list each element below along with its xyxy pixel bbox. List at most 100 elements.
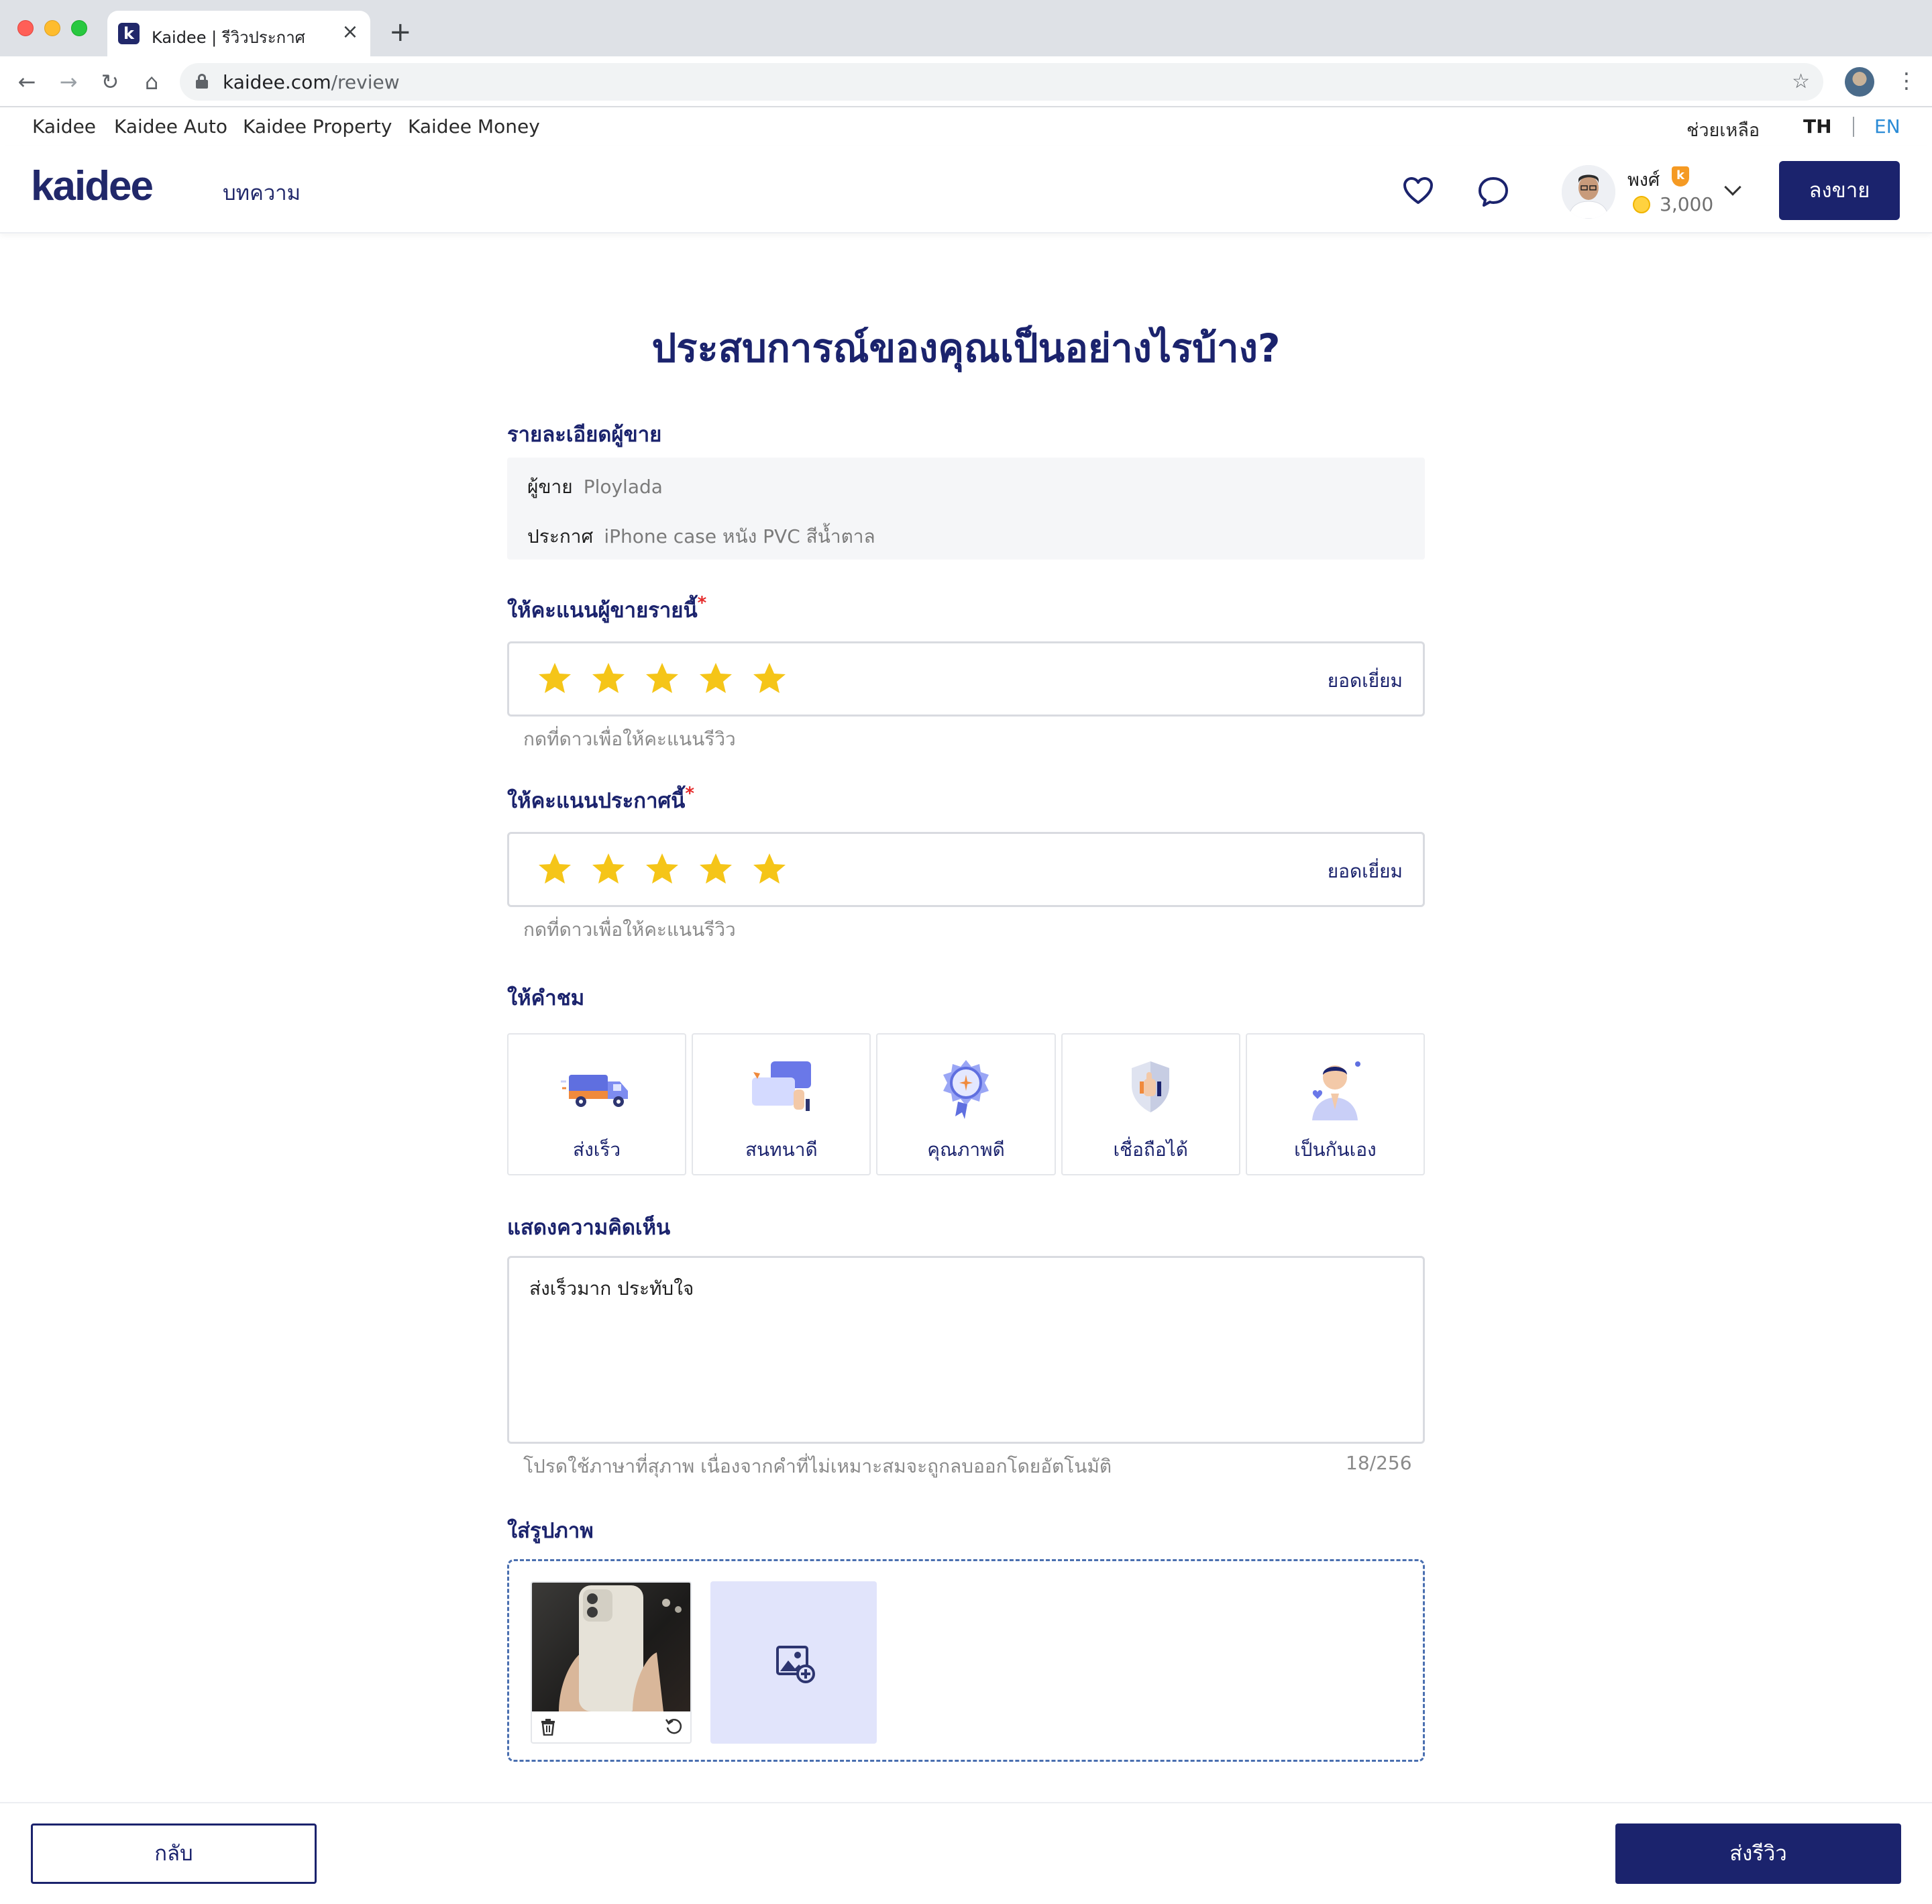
new-tab-plus-icon[interactable]: +	[389, 19, 412, 46]
seller-details-card: ผู้ขาย Ploylada ประกาศ iPhone case หนัง PV…	[507, 458, 1425, 560]
form-footer: กลับ ส่งรีวิว	[0, 1802, 1932, 1904]
seller-rating-hint: กดที่ดาวเพื่อให้คะแนนรีวิว	[523, 728, 736, 750]
compliment-good-quality[interactable]: คุณภาพดี	[876, 1033, 1056, 1175]
user-avatar[interactable]	[1562, 165, 1615, 219]
site-topbar: Kaidee Kaidee Auto Kaidee Property Kaide…	[0, 109, 1932, 146]
rotate-icon[interactable]	[665, 1717, 684, 1736]
star-icon[interactable]	[590, 851, 627, 889]
seller-star-rating[interactable]	[536, 661, 788, 701]
language-th[interactable]: TH	[1803, 115, 1832, 138]
back-button[interactable]: กลับ	[31, 1823, 317, 1884]
language-divider	[1853, 117, 1854, 137]
add-image-icon	[776, 1646, 815, 1683]
listing-rating-text: ยอดเยี่ยม	[1327, 860, 1403, 882]
tab-title: Kaidee | รีวิวประกาศ	[152, 28, 305, 47]
address-bar[interactable]: kaidee.com/review ☆	[180, 63, 1823, 101]
photo-actions	[532, 1711, 690, 1742]
comment-value: ส่งเร็วมาก ประทับใจ	[529, 1277, 694, 1300]
seller-rating-heading: ให้คะแนนผู้ขายรายนี้*	[507, 593, 706, 627]
window-minimize-button[interactable]	[44, 20, 60, 36]
listing-row: ประกาศ iPhone case หนัง PVC สีน้ำตาล	[527, 522, 875, 551]
window-maximize-button[interactable]	[71, 20, 87, 36]
coin-balance: 3,000	[1660, 193, 1714, 215]
trash-icon[interactable]	[540, 1718, 556, 1736]
listing-value: iPhone case หนัง PVC สีน้ำตาล	[604, 525, 875, 547]
home-icon[interactable]: ⌂	[138, 68, 165, 95]
star-icon[interactable]	[643, 851, 681, 889]
kaidee-logo[interactable]: kaidee	[31, 162, 154, 210]
compliment-good-conversation[interactable]: สนทนาดี	[692, 1033, 871, 1175]
star-icon[interactable]	[751, 661, 788, 698]
browser-toolbar: ← → ↻ ⌂ kaidee.com/review ☆ ⋮	[0, 56, 1932, 107]
site-header: kaidee บทความ พงศ์ k 3,000 ลงขาย	[0, 146, 1932, 233]
listing-rating-label: ให้คะแนนประกาศนี้	[507, 789, 686, 813]
seller-rating-label: ให้คะแนนผู้ขายรายนี้	[507, 598, 698, 623]
listing-rating-hint: กดที่ดาวเพื่อให้คะแนนรีวิว	[523, 918, 736, 941]
star-icon[interactable]	[697, 851, 735, 889]
help-link[interactable]: ช่วยเหลือ	[1686, 115, 1760, 144]
lock-icon	[196, 74, 208, 89]
compliments-grid: ส่งเร็ว สนทนาดี คุณภาพดี เชื่อถือได้ เป็…	[507, 1033, 1426, 1175]
friendly-person-icon	[1312, 1061, 1361, 1120]
seller-rating-text: ยอดเยี่ยม	[1327, 670, 1403, 692]
window-close-button[interactable]	[17, 20, 34, 36]
listing-rating-heading: ให้คะแนนประกาศนี้*	[507, 784, 694, 817]
chat-bubbles-icon	[751, 1061, 811, 1111]
compliment-fast-delivery[interactable]: ส่งเร็ว	[507, 1033, 687, 1175]
star-icon[interactable]	[536, 661, 574, 698]
topbar-link-kaidee-auto[interactable]: Kaidee Auto	[114, 115, 227, 138]
star-icon[interactable]	[751, 851, 788, 889]
compliment-friendly[interactable]: เป็นกันเอง	[1245, 1033, 1426, 1175]
photo-upload-area[interactable]	[507, 1559, 1425, 1762]
topbar-link-kaidee[interactable]: Kaidee	[32, 115, 96, 138]
forward-arrow-icon[interactable]: →	[55, 68, 82, 95]
quality-badge-icon	[943, 1060, 989, 1119]
sell-button[interactable]: ลงขาย	[1779, 161, 1900, 220]
seller-value: Ploylada	[583, 476, 663, 498]
nav-article-link[interactable]: บทความ	[223, 176, 301, 209]
chevron-down-icon[interactable]	[1724, 178, 1741, 196]
star-icon[interactable]	[536, 851, 574, 889]
seller-rating-box: ยอดเยี่ยม	[507, 641, 1425, 717]
star-icon[interactable]	[697, 661, 735, 698]
url-path: /review	[331, 71, 400, 93]
compliments-heading: ให้คำชม	[507, 986, 585, 1010]
shield-thumb-icon	[1132, 1061, 1170, 1112]
browser-tab-bar: k Kaidee | รีวิวประกาศ × +	[0, 0, 1932, 56]
submit-review-button[interactable]: ส่งรีวิว	[1615, 1823, 1901, 1884]
star-icon[interactable]	[590, 661, 627, 698]
tab-close-icon[interactable]: ×	[338, 20, 362, 44]
comment-textarea[interactable]: ส่งเร็วมาก ประทับใจ	[507, 1256, 1425, 1444]
uploaded-photo-thumbnail	[532, 1583, 690, 1711]
add-photo-button[interactable]	[710, 1581, 877, 1744]
reload-icon[interactable]: ↻	[97, 68, 123, 95]
language-en[interactable]: EN	[1874, 115, 1900, 138]
url-host: kaidee.com	[223, 71, 331, 93]
comment-heading: แสดงความคิดเห็น	[507, 1216, 671, 1240]
url-text: kaidee.com/review	[223, 71, 400, 93]
browser-menu-icon[interactable]: ⋮	[1896, 67, 1917, 94]
compliment-label: ส่งเร็ว	[573, 1139, 621, 1161]
back-arrow-icon[interactable]: ←	[13, 68, 40, 95]
required-mark: *	[697, 593, 707, 613]
kaidee-favicon-icon: k	[118, 23, 140, 44]
browser-tab-active[interactable]: k Kaidee | รีวิวประกาศ ×	[107, 11, 370, 56]
seller-row: ผู้ขาย Ploylada	[527, 472, 663, 502]
comment-hint: โปรดใช้ภาษาที่สุภาพ เนื่องจากคำที่ไม่เหม…	[523, 1455, 1112, 1477]
topbar-link-kaidee-money[interactable]: Kaidee Money	[408, 115, 540, 138]
listing-star-rating[interactable]	[536, 851, 788, 892]
compliment-label: เชื่อถือได้	[1113, 1139, 1188, 1161]
compliment-label: เป็นกันเอง	[1294, 1139, 1377, 1161]
compliment-trustworthy[interactable]: เชื่อถือได้	[1061, 1033, 1240, 1175]
chat-icon[interactable]	[1477, 176, 1509, 208]
heart-icon[interactable]	[1402, 176, 1434, 205]
page-title: ประสบการณ์ของคุณเป็นอย่างไรบ้าง?	[651, 325, 1281, 371]
topbar-link-kaidee-property[interactable]: Kaidee Property	[243, 115, 392, 138]
coin-icon	[1633, 196, 1650, 213]
bookmark-star-icon[interactable]: ☆	[1792, 70, 1810, 93]
browser-profile-avatar[interactable]	[1845, 67, 1874, 97]
photo-heading: ใส่รูปภาพ	[507, 1519, 594, 1543]
star-icon[interactable]	[643, 661, 681, 698]
truck-icon	[560, 1075, 628, 1107]
verified-badge-icon: k	[1672, 166, 1689, 187]
